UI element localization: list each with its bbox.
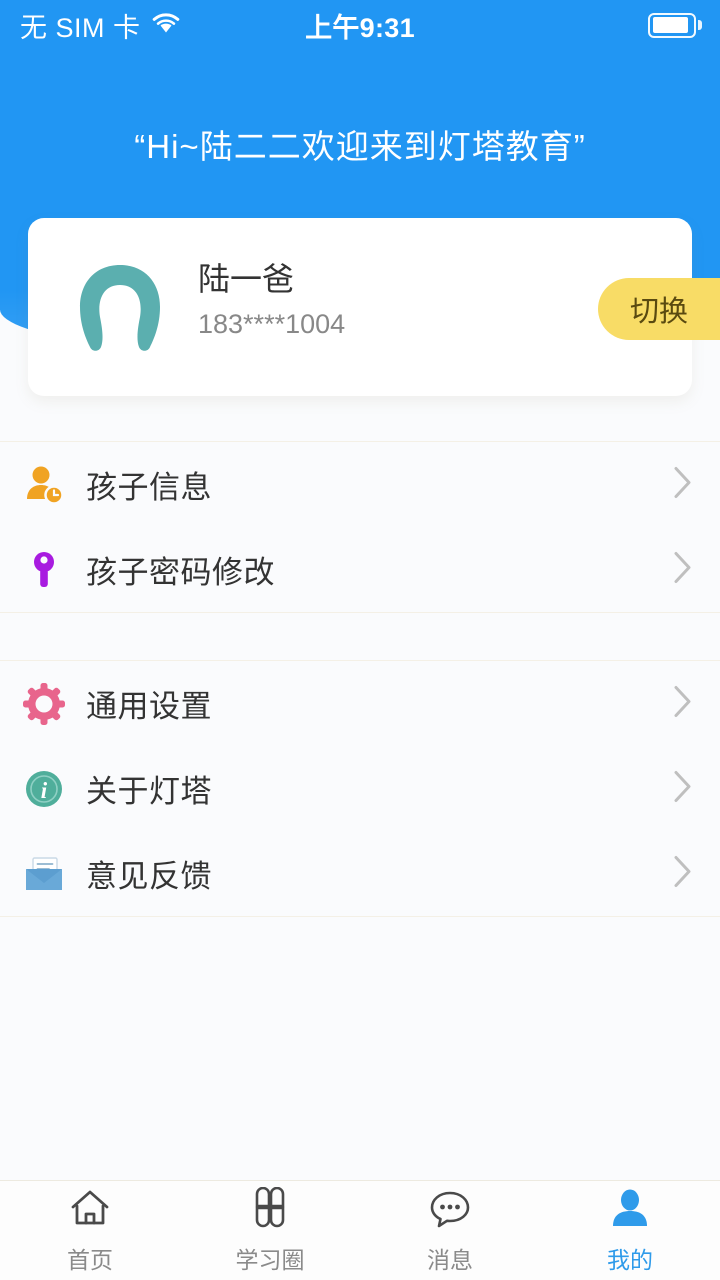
chevron-right-icon [672, 768, 694, 809]
profile-text: 陆一爸 183****1004 [198, 258, 345, 340]
menu-item-label: 通用设置 [86, 689, 212, 724]
bottom-navigation: 首页 学习圈 消息 我的 [0, 1180, 720, 1280]
nav-item-home[interactable]: 首页 [0, 1181, 180, 1280]
child-info-icon [22, 464, 66, 506]
screen-profile: 无 SIM 卡 上午9:31 “Hi~陆二二欢迎来到灯塔教育” 陆一爸 183*… [0, 0, 720, 1280]
menu-item-label: 孩子密码修改 [86, 555, 275, 590]
nav-item-messages[interactable]: 消息 [360, 1181, 540, 1280]
switch-account-button[interactable]: 切换 [598, 278, 720, 340]
menu-item-about[interactable]: i 关于灯塔 [0, 746, 720, 831]
chevron-right-icon [672, 549, 694, 590]
menu-item-general-settings[interactable]: 通用设置 [0, 661, 720, 746]
info-circle-icon: i [22, 768, 66, 810]
status-bar: 无 SIM 卡 上午9:31 [0, 0, 720, 50]
avatar [64, 251, 176, 363]
nav-item-label: 首页 [67, 1246, 113, 1273]
battery-icon [648, 12, 702, 38]
profile-card[interactable]: 陆一爸 183****1004 切换 [28, 218, 720, 396]
key-icon [22, 549, 66, 591]
home-icon [67, 1187, 113, 1234]
chat-bubble-icon [427, 1187, 473, 1234]
menu-group-settings: 通用设置 i 关于灯塔 意见反馈 [0, 660, 720, 917]
status-bar-time: 上午9:31 [305, 12, 415, 43]
person-icon [607, 1187, 653, 1234]
menu-item-child-password[interactable]: 孩子密码修改 [0, 527, 720, 612]
clover-icon [247, 1186, 293, 1234]
envelope-icon [22, 853, 66, 895]
menu-group-account: 孩子信息 孩子密码修改 [0, 441, 720, 613]
menu-item-label: 意见反馈 [86, 859, 212, 894]
greeting-text: “Hi~陆二二欢迎来到灯塔教育” [134, 128, 586, 165]
nav-item-label: 消息 [427, 1246, 473, 1273]
menu-item-label: 关于灯塔 [86, 774, 212, 809]
profile-phone: 183****1004 [198, 309, 346, 340]
nav-item-profile[interactable]: 我的 [540, 1181, 720, 1280]
nav-item-label: 我的 [607, 1246, 653, 1273]
svg-text:i: i [41, 778, 48, 803]
profile-name: 陆一爸 [198, 261, 295, 297]
menu-item-feedback[interactable]: 意见反馈 [0, 831, 720, 916]
gear-icon [22, 682, 66, 725]
chevron-right-icon [672, 683, 694, 724]
menu-item-child-info[interactable]: 孩子信息 [0, 442, 720, 527]
nav-item-study-circle[interactable]: 学习圈 [180, 1181, 360, 1280]
chevron-right-icon [672, 464, 694, 505]
chevron-right-icon [672, 853, 694, 894]
nav-item-label: 学习圈 [235, 1246, 305, 1273]
menu-item-label: 孩子信息 [86, 470, 212, 505]
